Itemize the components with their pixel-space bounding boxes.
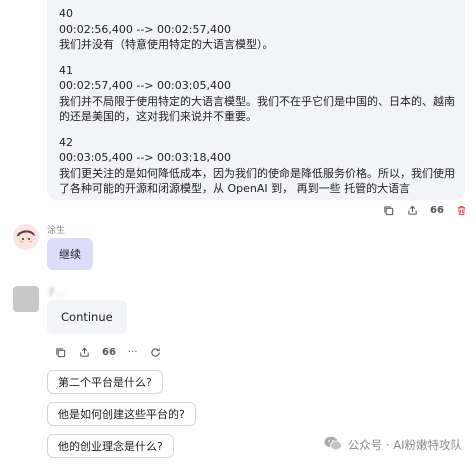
entry-index: 40 — [59, 7, 73, 20]
bot-message-actions: 66 ··· — [54, 346, 161, 358]
entry-time: 00:02:57,400 --> 00:03:05,400 — [59, 79, 231, 92]
delete-icon[interactable] — [456, 204, 468, 216]
entry-index: 42 — [59, 135, 73, 149]
quote-icon[interactable]: 66 — [102, 347, 116, 358]
quote-icon[interactable]: 66 — [430, 205, 444, 216]
suggestion-chip[interactable]: 他的创业理念是什么? — [47, 434, 174, 458]
user-message-bubble: 继续 — [47, 238, 93, 270]
bot-name: 子… — [47, 288, 66, 298]
copy-icon[interactable] — [54, 346, 66, 358]
entry-text: 我们并不局限于使用特定的大语言模型。我们不在乎它们是中国的、日本的、越南 的还是… — [59, 94, 455, 124]
entry-text: 我们更关注的是如何降低成本，因为我们的使命是降低服务价格。所以，我们使用 了各种… — [59, 166, 455, 196]
transcript-entry: 40 00:02:56,400 --> 00:02:57,400 我们并没有（特… — [59, 6, 455, 53]
suggestion-chip[interactable]: 他是如何创建这些平台的? — [47, 402, 196, 426]
top-message-actions: 66 — [382, 204, 468, 216]
wechat-icon — [324, 436, 342, 454]
assistant-transcript-bubble: 40 00:02:56,400 --> 00:02:57,400 我们并没有（特… — [47, 0, 465, 200]
suggestion-chip[interactable]: 第二个平台是什么? — [47, 370, 163, 394]
bot-avatar — [13, 286, 39, 312]
copy-icon[interactable] — [382, 204, 394, 216]
share-icon[interactable] — [406, 204, 418, 216]
entry-time: 00:02:56,400 --> 00:02:57,400 — [59, 22, 231, 36]
transcript-entry: 41 00:02:57,400 --> 00:03:05,400 我们并不局限于… — [59, 63, 455, 125]
entry-time: 00:03:05,400 --> 00:03:18,400 — [59, 151, 231, 164]
more-icon[interactable]: ··· — [128, 347, 138, 358]
watermark: 公众号 · AI粉嫩特攻队 — [324, 436, 462, 454]
refresh-icon[interactable] — [149, 346, 161, 358]
watermark-text: 公众号 · AI粉嫩特攻队 — [347, 438, 462, 452]
user-name: 涂生 — [47, 226, 66, 236]
share-icon[interactable] — [78, 346, 90, 358]
entry-index: 41 — [59, 63, 73, 77]
transcript-entry: 42 00:03:05,400 --> 00:03:18,400 我们更关注的是… — [59, 135, 455, 197]
user-avatar — [13, 224, 39, 250]
entry-text: 我们并没有（特意使用特定的大语言模型）。 — [59, 38, 274, 51]
bot-message-bubble: Continue — [47, 300, 127, 334]
